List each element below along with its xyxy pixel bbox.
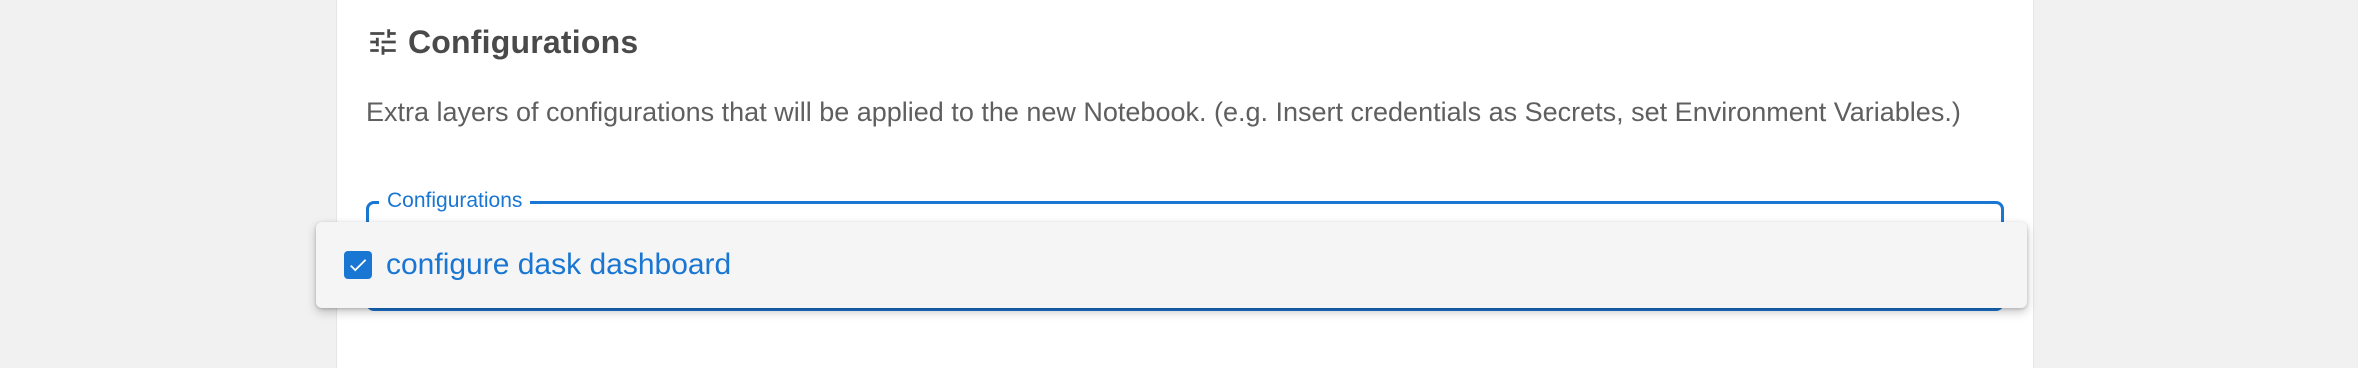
section-header: Configurations [366, 20, 638, 64]
tune-icon [366, 25, 400, 59]
page: Configurations Extra layers of configura… [0, 0, 2358, 368]
checkbox-checked-icon[interactable] [344, 251, 372, 279]
section-description: Extra layers of configurations that will… [366, 97, 1961, 127]
section-title: Configurations [408, 23, 639, 60]
option-label: configure dask dashboard [386, 248, 732, 281]
option-configure-dask-dashboard[interactable]: configure dask dashboard [344, 222, 731, 308]
configurations-field-label: Configurations [379, 189, 531, 213]
configurations-dropdown-menu: configure dask dashboard [316, 222, 2027, 308]
